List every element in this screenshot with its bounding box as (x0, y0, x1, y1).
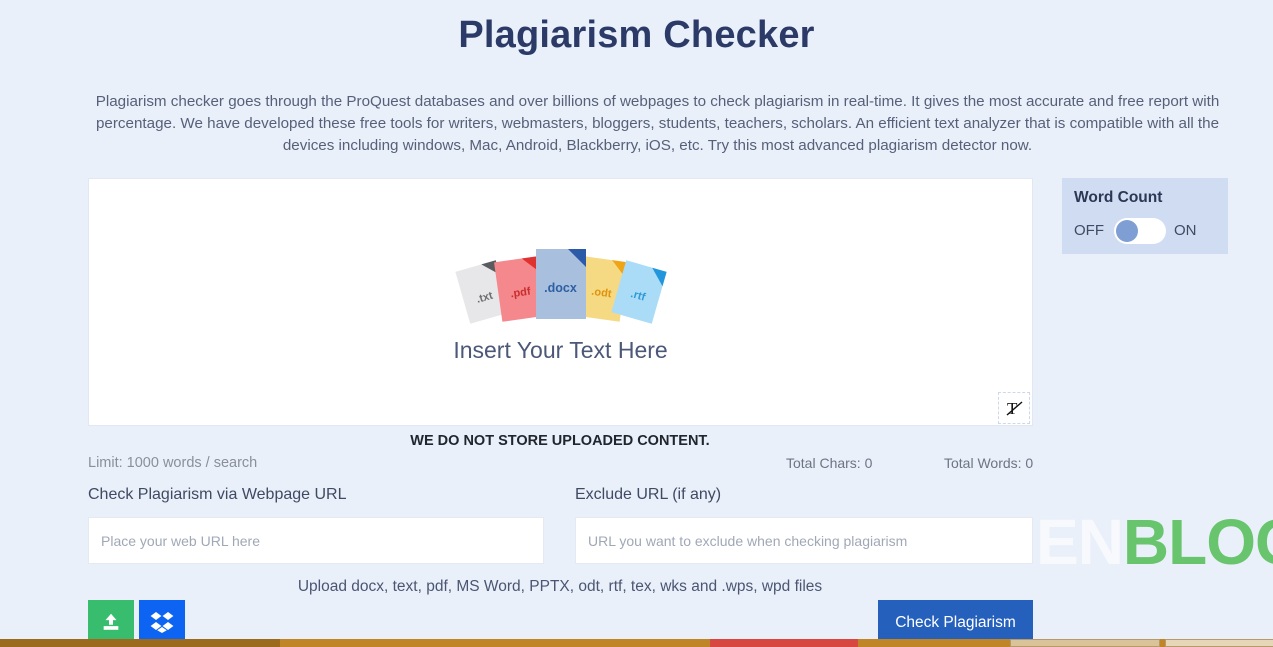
toggle-knob (1116, 220, 1138, 242)
text-input-area[interactable]: .txt .pdf .docx .odt .rtf Insert Your Te… (88, 178, 1033, 426)
strip-segment (0, 639, 280, 647)
file-type-docx-icon: .docx (535, 249, 586, 319)
svg-text:T: T (1007, 399, 1018, 418)
page-fold-corner (567, 249, 586, 267)
strip-segment (710, 639, 858, 647)
page-bottom-strip (0, 639, 1273, 647)
strip-segment (1165, 639, 1273, 647)
dropbox-icon (150, 611, 174, 636)
exclude-url-label: Exclude URL (if any) (575, 486, 722, 503)
total-words-counter: Total Words: 0 (944, 455, 1034, 471)
upload-formats-note: Upload docx, text, pdf, MS Word, PPTX, o… (297, 578, 823, 595)
file-type-label: .pdf (509, 285, 531, 301)
page-title: Plagiarism Checker (458, 14, 815, 56)
file-type-label: .docx (544, 281, 577, 295)
exclude-url-input[interactable] (575, 517, 1033, 564)
file-type-illustration: .txt .pdf .docx .odt .rtf (89, 249, 1032, 324)
plagiarism-checker-page: REMIENBLOG Plagiarism Checker Plagiarism… (0, 0, 1273, 647)
word-count-off-label: OFF (1074, 222, 1104, 239)
page-description: Plagiarism checker goes through the ProQ… (95, 93, 1220, 154)
no-store-notice: WE DO NOT STORE UPLOADED CONTENT. (410, 433, 710, 449)
file-type-label: .rtf (628, 288, 647, 304)
editor-placeholder-text: Insert Your Text Here (453, 337, 668, 363)
word-limit-note: Limit: 1000 words / search (88, 455, 258, 471)
watermark-text-green: BLOG (1122, 506, 1273, 578)
word-count-title: Word Count (1074, 189, 1163, 206)
file-type-label: .txt (474, 289, 494, 306)
webpage-url-label: Check Plagiarism via Webpage URL (88, 486, 347, 503)
page-fold-corner (647, 267, 667, 287)
word-count-on-label: ON (1174, 222, 1197, 239)
webpage-url-input[interactable] (88, 517, 544, 564)
total-chars-counter: Total Chars: 0 (786, 455, 873, 471)
upload-icon (100, 611, 122, 636)
word-count-toggle[interactable] (1114, 218, 1166, 244)
clear-formatting-icon[interactable]: T (998, 392, 1030, 424)
word-count-panel: Word Count OFF ON (1062, 178, 1228, 254)
file-type-label: .odt (590, 285, 612, 301)
strip-segment (1010, 639, 1160, 647)
